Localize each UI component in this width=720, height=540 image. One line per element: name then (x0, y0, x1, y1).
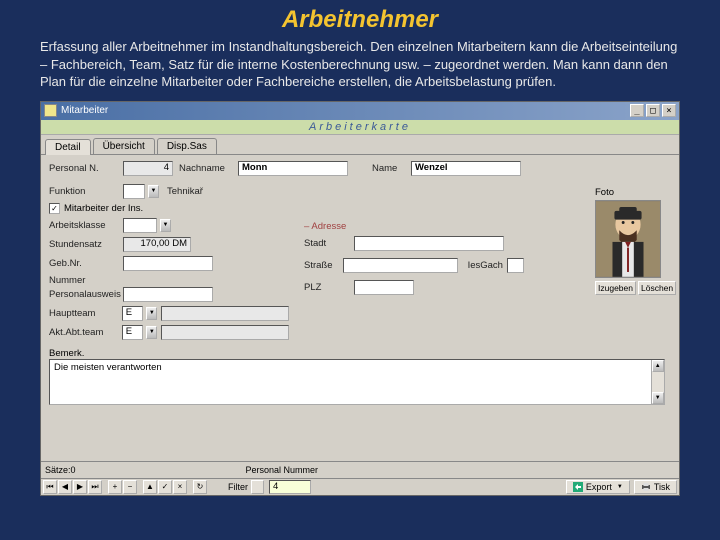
label-aktabtteam: Akt.Abt.team (49, 327, 118, 338)
personal-n-field[interactable]: 4 (123, 161, 173, 176)
chevron-down-icon[interactable]: ▼ (146, 307, 157, 320)
nachname-field[interactable]: Monn (238, 161, 348, 176)
nav-edit-button[interactable]: ▲ (143, 480, 157, 494)
scroll-up-icon[interactable]: ▲ (652, 360, 664, 372)
section-adresse: – Adresse (304, 221, 524, 232)
name-field[interactable]: Wenzel (411, 161, 521, 176)
strasse-field[interactable] (343, 258, 458, 273)
stundensatz-field[interactable]: 170,00 DM (123, 237, 191, 252)
page-title: Arbeitnehmer (0, 0, 720, 38)
window-title: Mitarbeiter (61, 105, 108, 116)
status-personal-label: Personal Nummer (246, 465, 319, 475)
nav-confirm-button[interactable]: ✓ (158, 480, 172, 494)
label-iesgach: IesGach (468, 260, 503, 271)
foto-add-button[interactable]: Izugeben (595, 281, 636, 295)
label-plz: PLZ (304, 282, 350, 293)
status-bar: Sätze: 0 Personal Nummer (41, 461, 679, 478)
form-area: Personal N. 4 Nachname Monn Name Wenzel … (41, 155, 679, 495)
label-funktion: Funktion (49, 186, 119, 197)
tab-detail[interactable]: Detail (45, 139, 91, 155)
app-window: Mitarbeiter _ □ × Arbeiterkarte Detail Ü… (40, 101, 680, 496)
scroll-down-icon[interactable]: ▼ (652, 392, 664, 404)
tab-uebersicht[interactable]: Übersicht (93, 138, 155, 154)
chevron-down-icon: ▼ (617, 484, 623, 490)
label-arbeitsklasse: Arbeitsklasse (49, 220, 119, 231)
textarea-scrollbar[interactable]: ▲ ▼ (651, 360, 664, 404)
titlebar: Mitarbeiter _ □ × (41, 102, 679, 120)
nav-first-button[interactable]: ⏮ (43, 480, 57, 494)
stadt-field[interactable] (354, 236, 504, 251)
tab-dispsas[interactable]: Disp.Sas (157, 138, 217, 154)
bemerk-textarea[interactable]: Die meisten verantworten ▲ ▼ (49, 359, 665, 405)
iesgach-field[interactable] (507, 258, 524, 273)
print-button[interactable]: Tisk (634, 480, 677, 494)
printer-icon (641, 482, 651, 492)
label-stadt: Stadt (304, 238, 350, 249)
app-icon (44, 104, 57, 117)
label-foto: Foto (595, 187, 614, 198)
chevron-down-icon[interactable]: ▼ (146, 326, 157, 339)
label-personalausweis: Personalausweis (49, 289, 119, 300)
maximize-button[interactable]: □ (646, 104, 660, 117)
label-hauptteam: Hauptteam (49, 308, 118, 319)
aktabtteam-field[interactable]: E (122, 325, 144, 340)
close-button[interactable]: × (662, 104, 676, 117)
label-strasse: Straße (304, 260, 339, 271)
export-button[interactable]: Export ▼ (566, 480, 630, 494)
label-nachname: Nachname (179, 163, 234, 174)
label-bemerk: Bemerk. (49, 348, 671, 359)
status-saetze-label: Sätze: (45, 465, 71, 475)
filter-label: Filter (228, 482, 248, 492)
nav-add-button[interactable]: + (108, 480, 122, 494)
print-button-label: Tisk (654, 482, 670, 492)
status-saetze-value: 0 (71, 465, 76, 475)
employee-photo (595, 200, 661, 278)
hauptteam-field[interactable]: E (122, 306, 144, 321)
nav-last-button[interactable]: ⏭ (88, 480, 102, 494)
nav-bar: ⏮ ◀ ▶ ⏭ + − ▲ ✓ × ↻ Filter 4 Export ▼ (41, 478, 679, 495)
label-stundensatz: Stundensatz (49, 239, 119, 250)
nav-record-input[interactable]: 4 (269, 480, 311, 494)
minimize-button[interactable]: _ (630, 104, 644, 117)
nav-remove-button[interactable]: − (123, 480, 137, 494)
export-button-label: Export (586, 482, 612, 492)
hauptteam-desc-field (161, 306, 289, 321)
label-nummer: Nummer (49, 275, 119, 286)
label-mitarbeiter-ins: Mitarbeiter der Ins. (64, 203, 143, 214)
label-gebnr: Geb.Nr. (49, 258, 119, 269)
export-icon (573, 482, 583, 492)
page-description: Erfassung aller Arbeitnehmer im Instandh… (0, 38, 720, 97)
mitarbeiter-checkbox[interactable]: ✓ (49, 203, 60, 214)
bemerk-text: Die meisten verantworten (54, 362, 162, 373)
label-tehnikar: Tehnikař (167, 186, 213, 197)
nav-next-button[interactable]: ▶ (73, 480, 87, 494)
personalausweis-field[interactable] (123, 287, 213, 302)
gebnr-field[interactable] (123, 256, 213, 271)
aktabtteam-desc-field (161, 325, 289, 340)
chevron-down-icon[interactable]: ▼ (160, 219, 171, 232)
arbeitsklasse-field[interactable] (123, 218, 157, 233)
filter-toggle[interactable] (251, 480, 264, 494)
foto-delete-button[interactable]: Löschen (638, 281, 676, 295)
nav-refresh-button[interactable]: ↻ (193, 480, 207, 494)
chevron-down-icon[interactable]: ▼ (148, 185, 159, 198)
plz-field[interactable] (354, 280, 414, 295)
card-title-banner: Arbeiterkarte (41, 120, 679, 135)
funktion-code-field[interactable] (123, 184, 145, 199)
nav-cancel-button[interactable]: × (173, 480, 187, 494)
tabs-bar: Detail Übersicht Disp.Sas (41, 135, 679, 155)
nav-prev-button[interactable]: ◀ (58, 480, 72, 494)
label-name: Name (372, 163, 407, 174)
label-personal-n: Personal N. (49, 163, 119, 174)
